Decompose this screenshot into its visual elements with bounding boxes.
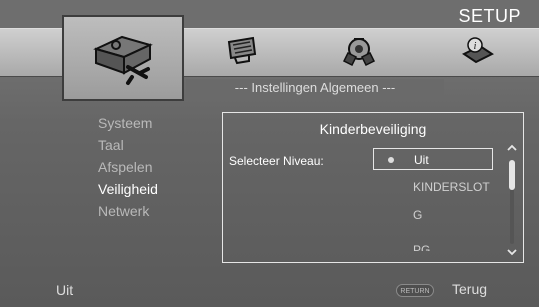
option-label: Uit (414, 153, 429, 167)
option-label: G (413, 208, 423, 222)
menu-item-netwerk[interactable]: Netwerk (98, 200, 158, 222)
menu-item-taal[interactable]: Taal (98, 134, 158, 156)
return-label: Terug (452, 281, 488, 297)
parental-control-panel: Kinderbeveiliging Selecteer Niveau: Uit … (222, 112, 524, 263)
option-pg[interactable]: PG (373, 239, 493, 251)
display-icon[interactable] (225, 36, 259, 66)
scrollbar-thumb[interactable] (509, 160, 515, 190)
scroll-up-icon[interactable] (507, 143, 517, 153)
menu-item-systeem[interactable]: Systeem (98, 112, 158, 134)
return-button[interactable]: RETURN (396, 284, 434, 297)
speaker-icon[interactable] (342, 35, 376, 67)
settings-menu: Systeem Taal Afspelen Veiligheid Netwerk (98, 112, 158, 222)
page-title: SETUP (458, 6, 521, 26)
option-label: KINDERSLOT (413, 180, 490, 194)
menu-item-afspelen[interactable]: Afspelen (98, 156, 158, 178)
selected-dot-icon (388, 157, 394, 163)
status-value: Uit (56, 282, 74, 298)
setup-screen: SETUP i --- Instellingen Algemeen --- Sy… (0, 0, 539, 307)
tab-general-settings[interactable] (62, 15, 184, 101)
level-label: Selecteer Niveau: (229, 154, 324, 168)
panel-title: Kinderbeveiliging (319, 121, 427, 137)
section-subheader: --- Instellingen Algemeen --- (186, 79, 444, 97)
scroll-down-icon[interactable] (507, 247, 517, 257)
option-label: PG (413, 243, 431, 251)
option-uit[interactable]: Uit (373, 148, 493, 170)
option-kinderslot[interactable]: KINDERSLOT (373, 176, 493, 198)
menu-item-veiligheid[interactable]: Veiligheid (98, 178, 158, 200)
svg-text:i: i (474, 41, 477, 52)
info-icon[interactable]: i (462, 36, 494, 66)
option-g[interactable]: G (373, 204, 493, 226)
toolbox-icon (93, 35, 153, 85)
